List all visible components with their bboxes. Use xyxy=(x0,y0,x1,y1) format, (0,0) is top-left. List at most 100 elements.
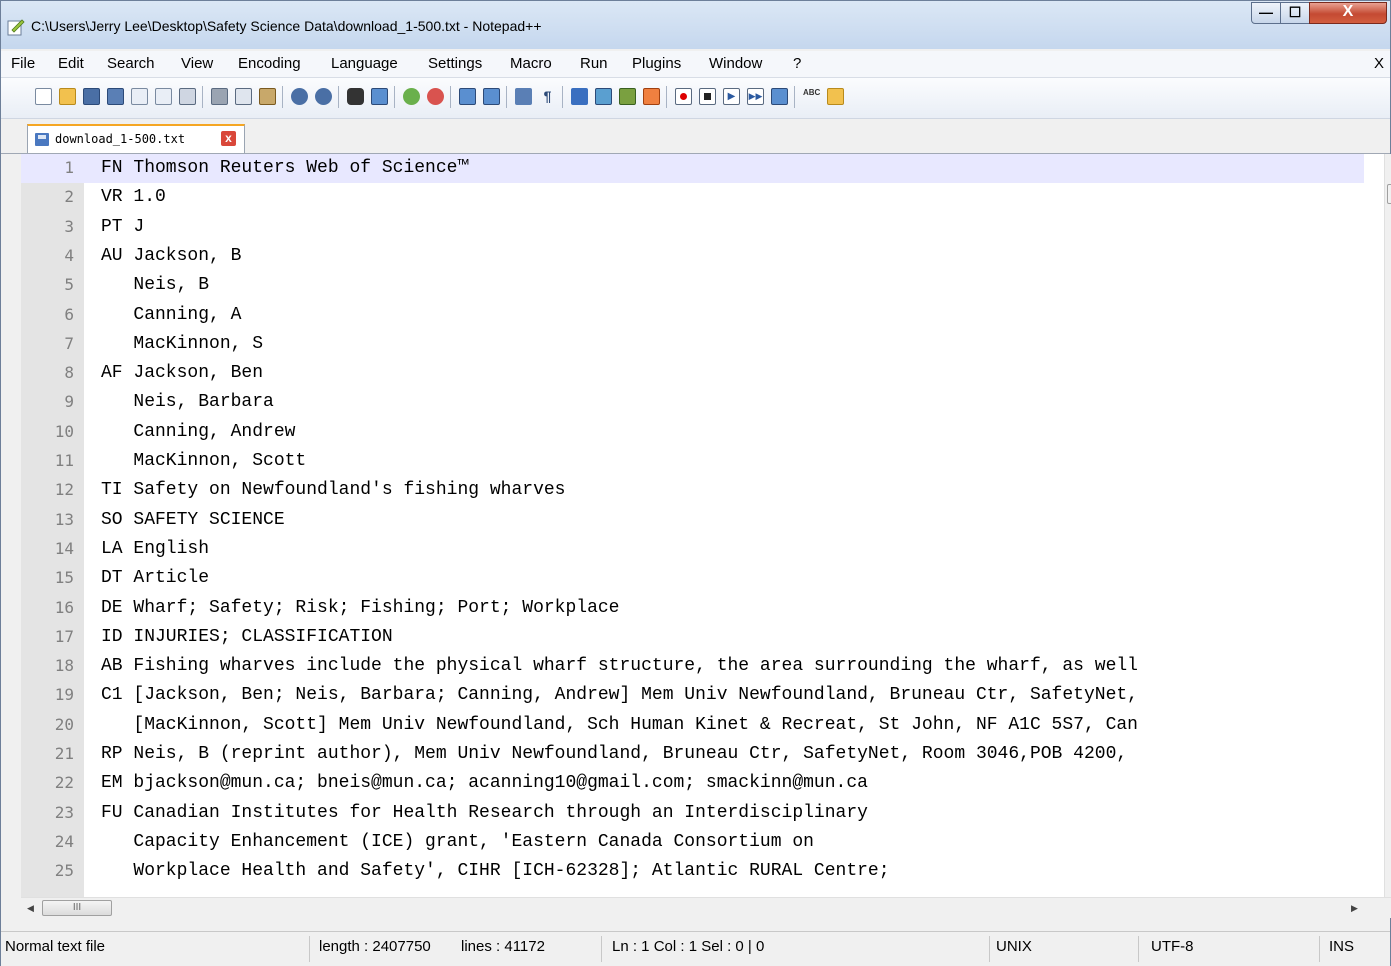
menu-settings[interactable]: Settings xyxy=(428,55,482,72)
line-text[interactable]: VR 1.0 xyxy=(101,187,166,207)
editor-line[interactable]: 9 Neis, Barbara xyxy=(21,388,1364,417)
maximize-button[interactable]: ☐ xyxy=(1280,2,1310,24)
line-text[interactable]: TI Safety on Newfoundland's fishing whar… xyxy=(101,480,565,500)
find-icon[interactable] xyxy=(347,88,364,105)
function-list-icon[interactable] xyxy=(619,88,636,105)
sync-horizontal-icon[interactable] xyxy=(483,88,500,105)
editor-line[interactable]: 16 DE Wharf; Safety; Risk; Fishing; Port;… xyxy=(21,594,1364,623)
line-text[interactable]: [MacKinnon, Scott] Mem Univ Newfoundland… xyxy=(101,715,1138,735)
word-wrap-icon[interactable] xyxy=(515,88,532,105)
editor-line[interactable]: 19 C1 [Jackson, Ben; Neis, Barbara; Canni… xyxy=(21,681,1364,710)
copy-icon[interactable] xyxy=(235,88,252,105)
save-macro-icon[interactable] xyxy=(771,88,788,105)
save-icon[interactable] xyxy=(83,88,100,105)
menu-file[interactable]: File xyxy=(11,55,35,72)
sync-vertical-icon[interactable] xyxy=(459,88,476,105)
editor-line[interactable]: 7 MacKinnon, S xyxy=(21,330,1364,359)
line-text[interactable]: LA English xyxy=(101,539,209,559)
line-text[interactable]: C1 [Jackson, Ben; Neis, Barbara; Canning… xyxy=(101,685,1138,705)
undo-icon[interactable] xyxy=(291,88,308,105)
doc-map-icon[interactable] xyxy=(595,88,612,105)
menu-search[interactable]: Search xyxy=(107,55,155,72)
editor-line[interactable]: 5 Neis, B xyxy=(21,271,1364,300)
line-text[interactable]: Capacity Enhancement (ICE) grant, 'Easte… xyxy=(101,832,814,852)
minimize-button[interactable]: — xyxy=(1251,2,1281,24)
replace-icon[interactable] xyxy=(371,88,388,105)
paste-icon[interactable] xyxy=(259,88,276,105)
vertical-scrollbar[interactable]: ▲ ▼ xyxy=(1384,154,1391,897)
line-text[interactable]: FU Canadian Institutes for Health Resear… xyxy=(101,803,868,823)
close-all-icon[interactable] xyxy=(155,88,172,105)
menu-macro[interactable]: Macro xyxy=(510,55,552,72)
editor-line[interactable]: 8 AF Jackson, Ben xyxy=(21,359,1364,388)
editor-line[interactable]: 24 Capacity Enhancement (ICE) grant, 'Ea… xyxy=(21,828,1364,857)
editor-line[interactable]: 15 DT Article xyxy=(21,564,1364,593)
line-text[interactable]: MacKinnon, S xyxy=(101,334,263,354)
text-editor[interactable]: 1 FN Thomson Reuters Web of Science™ 2 VR 1… xyxy=(21,154,1391,897)
spell-check-options-icon[interactable] xyxy=(827,88,844,105)
new-file-icon[interactable] xyxy=(35,88,52,105)
menu-language[interactable]: Language xyxy=(331,55,398,72)
editor-line[interactable]: 14 LA English xyxy=(21,535,1364,564)
horizontal-scrollbar[interactable]: ◀ III ▶ xyxy=(21,897,1391,918)
editor-line[interactable]: 11 MacKinnon, Scott xyxy=(21,447,1364,476)
run-macro-multiple-icon[interactable]: ▶▶ xyxy=(747,88,764,105)
menu-run[interactable]: Run xyxy=(580,55,608,72)
menu-window[interactable]: Window xyxy=(709,55,762,72)
line-text[interactable]: Canning, Andrew xyxy=(101,422,295,442)
line-text[interactable]: Neis, Barbara xyxy=(101,392,273,412)
cut-icon[interactable] xyxy=(211,88,228,105)
line-text[interactable]: Workplace Health and Safety', CIHR [ICH-… xyxy=(101,861,889,881)
editor-line[interactable]: 10 Canning, Andrew xyxy=(21,418,1364,447)
line-text[interactable]: FN Thomson Reuters Web of Science™ xyxy=(101,158,468,178)
status-encoding[interactable]: UTF-8 xyxy=(1151,938,1194,955)
close-window-button[interactable]: X xyxy=(1309,2,1387,24)
editor-line[interactable]: 1 FN Thomson Reuters Web of Science™ xyxy=(21,154,1364,183)
line-text[interactable]: DE Wharf; Safety; Risk; Fishing; Port; W… xyxy=(101,598,619,618)
indent-guide-icon[interactable] xyxy=(571,88,588,105)
scroll-right-icon[interactable]: ▶ xyxy=(1351,903,1358,914)
line-text[interactable]: DT Article xyxy=(101,568,209,588)
line-text[interactable]: Neis, B xyxy=(101,275,209,295)
line-text[interactable]: AB Fishing wharves include the physical … xyxy=(101,656,1138,676)
zoom-out-icon[interactable] xyxy=(427,88,444,105)
editor-line[interactable]: 18 AB Fishing wharves include the physica… xyxy=(21,652,1364,681)
print-icon[interactable] xyxy=(179,88,196,105)
folder-workspace-icon[interactable] xyxy=(643,88,660,105)
scroll-left-icon[interactable]: ◀ xyxy=(27,903,34,914)
menu-help[interactable]: ? xyxy=(793,55,801,72)
spell-check-icon[interactable]: ABC xyxy=(803,88,820,105)
editor-line[interactable]: 6 Canning, A xyxy=(21,301,1364,330)
zoom-in-icon[interactable] xyxy=(403,88,420,105)
status-eol[interactable]: UNIX xyxy=(996,938,1032,955)
editor-line[interactable]: 2 VR 1.0 xyxy=(21,183,1364,212)
redo-icon[interactable] xyxy=(315,88,332,105)
editor-line[interactable]: 25 Workplace Health and Safety', CIHR [I… xyxy=(21,857,1364,886)
line-text[interactable]: ID INJURIES; CLASSIFICATION xyxy=(101,627,393,647)
close-document-x-icon[interactable]: X xyxy=(1374,55,1384,72)
menu-edit[interactable]: Edit xyxy=(58,55,84,72)
tab-download-file[interactable]: download_1-500.txt x xyxy=(27,124,245,153)
line-text[interactable]: MacKinnon, Scott xyxy=(101,451,306,471)
editor-line[interactable]: 12 TI Safety on Newfoundland's fishing wh… xyxy=(21,476,1364,505)
show-all-chars-icon[interactable]: ¶ xyxy=(539,88,556,105)
menu-view[interactable]: View xyxy=(181,55,213,72)
line-text[interactable]: Canning, A xyxy=(101,305,241,325)
title-bar[interactable]: C:\Users\Jerry Lee\Desktop\Safety Scienc… xyxy=(1,1,1390,49)
record-macro-icon[interactable] xyxy=(675,88,692,105)
editor-line[interactable]: 17 ID INJURIES; CLASSIFICATION xyxy=(21,623,1364,652)
editor-line[interactable]: 21 RP Neis, B (reprint author), Mem Univ … xyxy=(21,740,1364,769)
line-text[interactable]: SO SAFETY SCIENCE xyxy=(101,510,285,530)
menu-plugins[interactable]: Plugins xyxy=(632,55,681,72)
stop-macro-icon[interactable] xyxy=(699,88,716,105)
vertical-scroll-thumb[interactable] xyxy=(1387,184,1391,204)
save-all-icon[interactable] xyxy=(107,88,124,105)
line-text[interactable]: RP Neis, B (reprint author), Mem Univ Ne… xyxy=(101,744,1127,764)
horizontal-scroll-thumb[interactable]: III xyxy=(42,900,112,916)
status-insert-mode[interactable]: INS xyxy=(1329,938,1354,955)
editor-line[interactable]: 4 AU Jackson, B xyxy=(21,242,1364,271)
editor-line[interactable]: 22 EM bjackson@mun.ca; bneis@mun.ca; acan… xyxy=(21,769,1364,798)
play-macro-icon[interactable]: ▶ xyxy=(723,88,740,105)
open-file-icon[interactable] xyxy=(59,88,76,105)
editor-line[interactable]: 23 FU Canadian Institutes for Health Rese… xyxy=(21,799,1364,828)
